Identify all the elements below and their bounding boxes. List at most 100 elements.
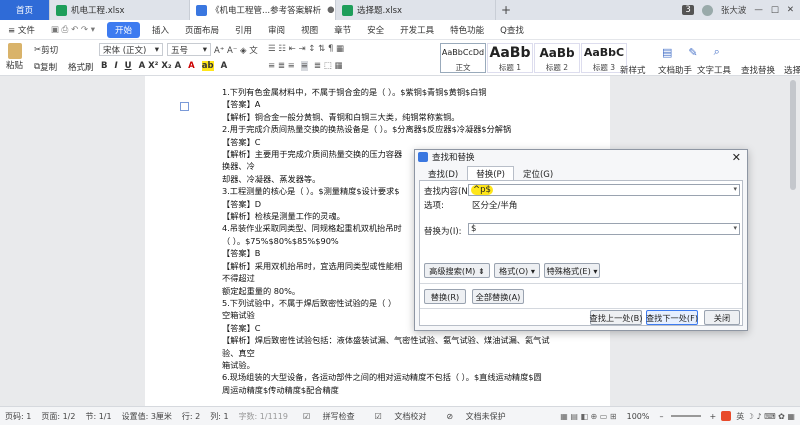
close-window-icon[interactable]: ✕ [787, 5, 794, 15]
tab-home-label: 首页 [15, 6, 33, 16]
doc-helper-button[interactable]: 文档助手 [658, 64, 692, 76]
menu-item-insert[interactable]: 插入 [144, 24, 177, 36]
paste-button[interactable]: 粘贴 [6, 43, 23, 71]
window-controls: 3 张大波 — □ ✕ [682, 4, 800, 16]
scrollbar-thumb[interactable] [790, 80, 796, 190]
document-line[interactable]: 箱试验。 [222, 359, 582, 371]
zoom-slider[interactable] [671, 415, 702, 417]
close-tab-icon[interactable]: ● ✕ [321, 5, 335, 15]
close-button[interactable]: 关闭 [704, 310, 740, 325]
vertical-scrollbar[interactable] [789, 76, 797, 406]
document-line[interactable]: 2.用于完成介质间热量交换的换热设备是（ ）。$分离器$反应器$冷凝器$分解锅 [222, 123, 582, 135]
document-line[interactable]: 【解析】铜合金一般分黄铜、青铜和白铜三大类，纯铜常称紫铜。 [222, 111, 582, 123]
menu-item-review[interactable]: 审阅 [260, 24, 293, 36]
special-format-button[interactable]: 特殊格式(E) ▾ [544, 263, 600, 278]
file-menu[interactable]: ≡ 文件 [0, 24, 43, 36]
replace-all-button[interactable]: 全部替换(A) [472, 289, 524, 304]
document-line[interactable]: 周运动精度$传动精度$配合精度 [222, 384, 582, 396]
menu-item-features[interactable]: 特色功能 [442, 24, 492, 36]
document-line[interactable]: 1.下列有色金属材料中，不属于铜合金的是（ ）。$紫铜$青铜$黄铜$白铜 [222, 86, 582, 98]
style-sample: AaBbC [583, 46, 625, 59]
tab-home[interactable]: 首页 [0, 0, 50, 20]
spellcheck-toggle[interactable]: ☑ 拼写检查 [293, 411, 365, 422]
proof-toggle[interactable]: ☑ 文档校对 [365, 411, 437, 422]
replace-input[interactable]: $ ▾ [468, 223, 740, 235]
advanced-search-button[interactable]: 高级搜索(M) ⇟ [424, 263, 490, 278]
style-sample: AaBb [489, 45, 531, 61]
menu-search[interactable]: Q查找 [492, 24, 532, 36]
zoom-in-icon[interactable]: + [704, 412, 721, 421]
status-words[interactable]: 字数: 1/1119 [234, 411, 293, 422]
document-line[interactable]: 【答案】C [222, 136, 582, 148]
document-line[interactable]: 【解析】焊后致密性试验包括：液体盛装试漏、气密性试验、氨气试验、煤油试漏、氦气试 [222, 334, 582, 346]
menu-item-security[interactable]: 安全 [359, 24, 392, 36]
doc-helper-label: 文档助手 [658, 66, 693, 76]
style-normal[interactable]: AaBbCcDd 正文 [440, 43, 486, 73]
close-icon[interactable]: ✕ [732, 151, 741, 164]
excel-icon [342, 4, 353, 16]
status-pages[interactable]: 页面: 1/2 [36, 411, 80, 422]
text-tools-button[interactable]: 文字工具 [697, 64, 731, 76]
menu-item-start[interactable]: 开始 [106, 21, 140, 38]
find-input[interactable]: ^p$ ▾ [468, 184, 740, 196]
status-page[interactable]: 页码: 1 [0, 411, 36, 422]
document-line[interactable]: 6.现场组装的大型设备，各运动部件之间的相对运动精度不包括（ ）。$直线运动精度… [222, 371, 582, 383]
format-button[interactable]: 格式(O) ▾ [494, 263, 540, 278]
find-replace-button[interactable]: 查找替换 [741, 64, 775, 76]
lock-icon: ⊘ [446, 411, 456, 421]
find-replace-dialog: 查找和替换 ✕ 查找(D) 替换(P) 定位(G) 查找内容(N): ^p$ ▾… [414, 149, 748, 331]
menu-item-reference[interactable]: 引用 [227, 24, 260, 36]
align-buttons[interactable]: ≡ ≣ ≡ ≡ ≣ ⬚ ▦ [268, 61, 343, 71]
list-buttons[interactable]: ☰ ☷ ⇤ ⇥ ↕ ⇅ ¶ ▦ [268, 44, 344, 54]
new-style-button[interactable]: 新样式 [620, 64, 646, 76]
ime-icon[interactable] [721, 411, 732, 421]
select-button[interactable]: 选择 [784, 64, 800, 76]
protect-status[interactable]: ⊘ 文档未保护 [436, 411, 515, 422]
document-line[interactable]: 验、真空 [222, 347, 582, 359]
tray-icons[interactable]: 英 ☽ ♪ ⌨ ✿ ▦ [731, 411, 800, 422]
tab-word-doc[interactable]: 《机电工程管...参考答案解析 ● ✕ [190, 0, 336, 20]
font-select[interactable]: 宋体 (正文) ▾ [99, 43, 163, 56]
tab-excel-1[interactable]: 机电工程.xlsx [50, 0, 190, 20]
style-heading-1[interactable]: AaBb 标题 1 [487, 43, 533, 73]
style-heading-2[interactable]: AaBb 标题 2 [534, 43, 580, 73]
ribbon-right-icons: ▤ ✎ ⌕ [662, 45, 720, 59]
zoom-out-icon[interactable]: – [654, 412, 668, 421]
find-next-button[interactable]: 查找下一处(F) [646, 310, 698, 325]
minimize-icon[interactable]: — [754, 5, 763, 15]
document-line[interactable]: 【答案】A [222, 98, 582, 110]
chevron-down-icon[interactable]: ▾ [733, 224, 737, 232]
menu-bar: ≡ 文件 ▣ ⎙ ↶ ↷ ▾ 开始 插入 页面布局 引用 审阅 视图 章节 安全… [0, 20, 800, 40]
chevron-down-icon: ▾ [202, 44, 207, 55]
font-format-buttons[interactable]: B I U A X² X₂ A A ab A [101, 61, 227, 71]
menu-item-chapter[interactable]: 章节 [326, 24, 359, 36]
view-mode-icons[interactable]: ▦ ▤ ◧ ⊕ ▭ ⊞ [555, 412, 621, 421]
dialog-titlebar[interactable]: 查找和替换 ✕ [415, 150, 747, 164]
notification-badge[interactable]: 3 [682, 5, 694, 15]
find-previous-button[interactable]: 查找上一处(B) [590, 310, 642, 325]
font-size-buttons[interactable]: A⁺ A⁻ ◈ 文 [214, 44, 258, 56]
maximize-icon[interactable]: □ [771, 5, 779, 15]
new-style-label: 新样式 [620, 66, 646, 76]
menu-item-view[interactable]: 视图 [293, 24, 326, 36]
chevron-down-icon[interactable]: ▾ [733, 185, 737, 193]
status-col: 列: 1 [210, 411, 229, 421]
copy-button[interactable]: ⧉ 复制 [34, 61, 57, 73]
font-size-select[interactable]: 五号 ▾ [167, 43, 211, 56]
font-value: 宋体 (正文) [103, 45, 147, 56]
format-painter-button[interactable]: 格式刷 [68, 61, 94, 73]
paragraph-handle-icon[interactable] [180, 102, 189, 111]
new-tab-icon[interactable]: + [496, 3, 516, 17]
wps-icon [418, 152, 428, 162]
user-name[interactable]: 张大波 [721, 4, 747, 16]
select-label: 选择 [784, 66, 800, 76]
cut-button[interactable]: ✂ 剪切 [34, 44, 58, 56]
menu-item-layout[interactable]: 页面布局 [177, 24, 227, 36]
tab-excel-2[interactable]: 选择题.xlsx [336, 0, 496, 20]
menu-item-devtools[interactable]: 开发工具 [392, 24, 442, 36]
avatar[interactable] [701, 4, 713, 16]
zoom-level[interactable]: 100% [622, 412, 655, 421]
quick-access-icons[interactable]: ▣ ⎙ ↶ ↷ ▾ [43, 25, 103, 35]
cut-label: 剪切 [41, 46, 59, 56]
replace-button[interactable]: 替换(R) [424, 289, 466, 304]
